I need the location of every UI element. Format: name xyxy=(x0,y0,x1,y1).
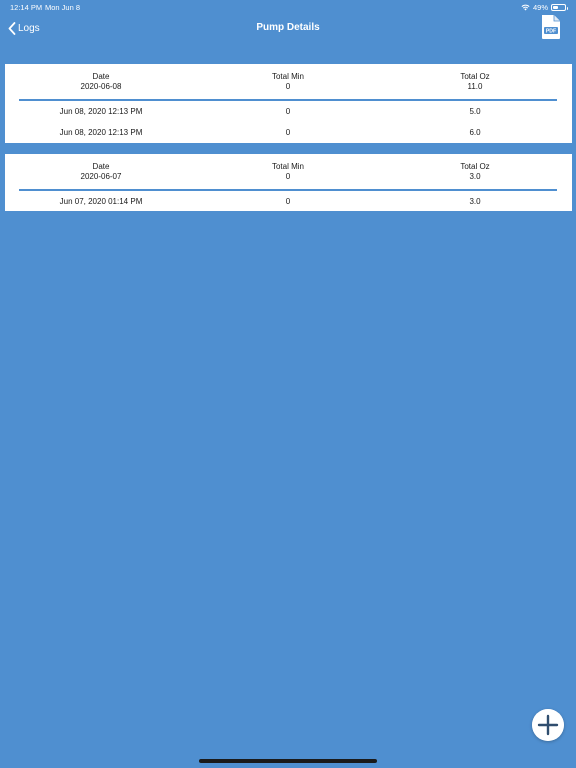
total-min-column-header: Total Min 0 xyxy=(208,72,368,92)
log-entry-row[interactable]: Jun 08, 2020 12:13 PM 0 5.0 xyxy=(5,101,572,122)
pump-details-screen: 12:14 PM Mon Jun 8 49% Logs Pump Details xyxy=(0,0,576,768)
total-min-label: Total Min xyxy=(271,72,304,81)
total-oz-value: 3.0 xyxy=(469,172,481,181)
date-value: 2020-06-07 xyxy=(80,172,122,181)
day-group-card: Date 2020-06-08 Total Min 0 Total Oz 11.… xyxy=(5,64,572,143)
status-indicators: 49% xyxy=(521,3,568,12)
total-min-value: 0 xyxy=(285,172,291,181)
entry-oz: 6.0 xyxy=(469,128,481,137)
entry-oz: 5.0 xyxy=(469,107,481,116)
status-time: 12:14 PM xyxy=(10,3,43,12)
wifi-icon xyxy=(521,4,530,11)
log-entry-row[interactable]: Jun 08, 2020 12:13 PM 0 6.0 xyxy=(5,122,572,143)
add-entry-button[interactable] xyxy=(532,709,564,741)
pdf-document-icon[interactable]: PDF xyxy=(540,14,562,40)
battery-icon xyxy=(551,4,568,11)
page-title: Pump Details xyxy=(256,22,320,33)
battery-fill xyxy=(553,6,559,9)
battery-nub xyxy=(566,7,568,10)
date-column-header: Date 2020-06-08 xyxy=(21,72,181,92)
battery-percent: 49% xyxy=(532,3,548,12)
total-min-column-header: Total Min 0 xyxy=(208,162,368,182)
date-value: 2020-06-08 xyxy=(80,82,122,91)
day-group-card: Date 2020-06-07 Total Min 0 Total Oz 3.0… xyxy=(5,154,572,211)
entry-date: Jun 07, 2020 01:14 PM xyxy=(59,197,143,206)
date-label: Date xyxy=(92,162,110,171)
status-bar: 12:14 PM Mon Jun 8 49% xyxy=(0,0,576,14)
entry-date: Jun 08, 2020 12:13 PM xyxy=(59,107,143,116)
group-header-row: Date 2020-06-08 Total Min 0 Total Oz 11.… xyxy=(5,64,572,100)
home-indicator[interactable] xyxy=(199,759,377,763)
entry-min: 0 xyxy=(285,107,291,116)
total-min-value: 0 xyxy=(285,82,291,91)
total-oz-value: 11.0 xyxy=(467,82,483,91)
entry-min: 0 xyxy=(285,128,291,137)
entry-oz: 3.0 xyxy=(469,197,481,206)
total-oz-column-header: Total Oz 3.0 xyxy=(395,162,555,182)
total-oz-label: Total Oz xyxy=(460,162,490,171)
date-column-header: Date 2020-06-07 xyxy=(21,162,181,182)
entry-min: 0 xyxy=(285,197,291,206)
total-oz-label: Total Oz xyxy=(460,72,490,81)
entry-date: Jun 08, 2020 12:13 PM xyxy=(59,128,143,137)
total-oz-column-header: Total Oz 11.0 xyxy=(395,72,555,92)
status-date: Mon Jun 8 xyxy=(45,3,81,12)
total-min-label: Total Min xyxy=(271,162,304,171)
navigation-bar: Logs Pump Details PDF xyxy=(0,14,576,44)
group-header-row: Date 2020-06-07 Total Min 0 Total Oz 3.0 xyxy=(5,154,572,190)
pdf-icon-label: PDF xyxy=(546,29,556,35)
log-entry-row[interactable]: Jun 07, 2020 01:14 PM 0 3.0 xyxy=(5,191,572,212)
date-label: Date xyxy=(92,72,110,81)
